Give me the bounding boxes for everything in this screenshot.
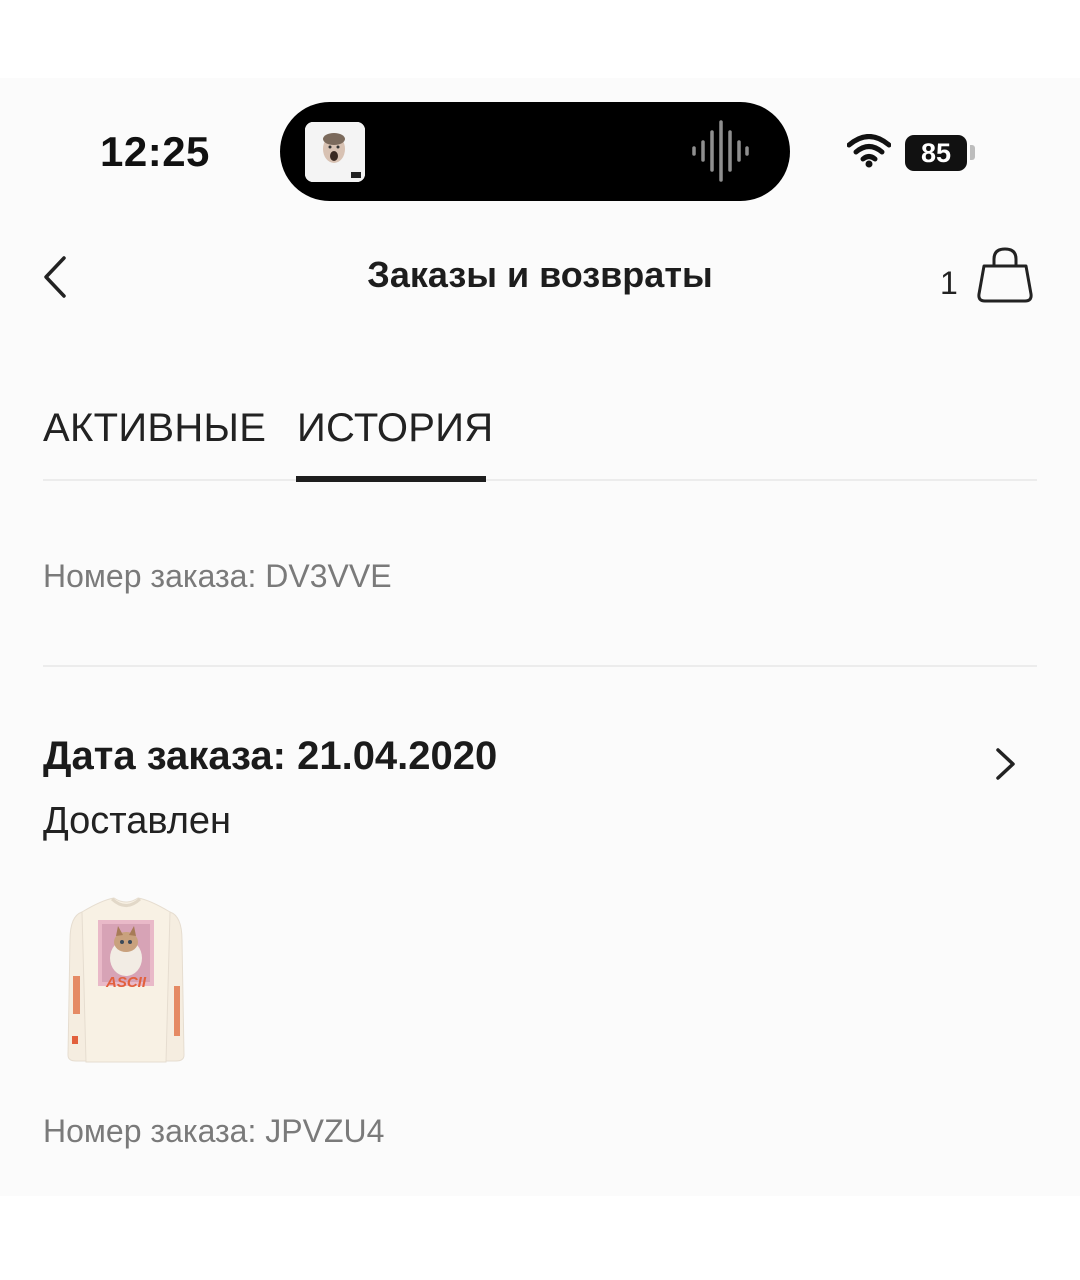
dynamic-island[interactable] <box>280 102 790 201</box>
cart-button[interactable] <box>974 244 1036 306</box>
order-number: Номер заказа: DV3VVE <box>43 558 392 594</box>
product-thumbnail[interactable]: ASCII <box>62 890 190 1066</box>
chevron-right-icon <box>996 748 1015 780</box>
tab-active-orders[interactable]: АКТИВНЫЕ <box>43 406 266 451</box>
order-divider <box>43 665 1037 667</box>
order-status: Доставлен <box>43 800 232 842</box>
active-tab-indicator <box>296 476 486 482</box>
shopping-bag-icon <box>977 247 1033 303</box>
order-number: Номер заказа: JPVZU4 <box>43 1113 385 1149</box>
order-date[interactable]: Дата заказа: 21.04.2020 <box>43 734 497 779</box>
wifi-icon <box>847 134 891 168</box>
now-playing-artwork <box>305 122 365 182</box>
cart-count[interactable]: 1 <box>940 265 958 302</box>
status-time: 12:25 <box>100 128 210 175</box>
audio-waveform-icon <box>692 120 749 182</box>
print-graphic-text: ASCII <box>105 974 147 991</box>
battery-cap-icon <box>970 145 975 160</box>
tab-history[interactable]: ИСТОРИЯ <box>297 406 493 451</box>
battery-level: 85 <box>905 135 967 171</box>
order-details-button[interactable] <box>986 742 1026 786</box>
tabs-divider <box>43 479 1037 481</box>
page-title: Заказы и возвраты <box>367 254 713 295</box>
